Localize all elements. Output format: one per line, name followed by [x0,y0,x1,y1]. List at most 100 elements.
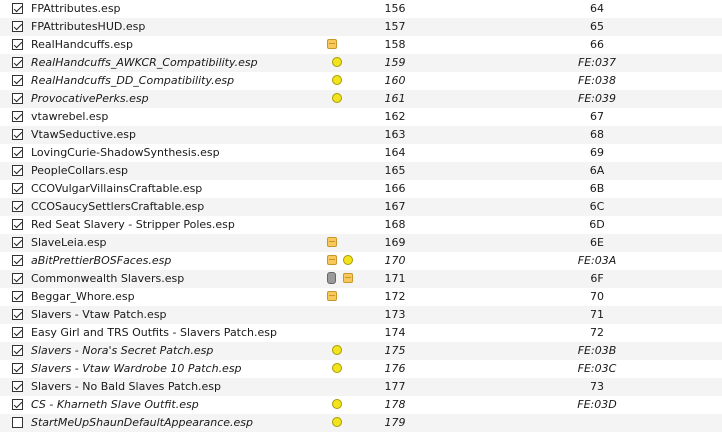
plugin-row[interactable]: ProvocativePerks.esp 161 FE:039 [0,90,722,108]
plugin-mod-index: 64 [590,2,604,15]
plugin-row[interactable]: Red Seat Slavery - Stripper Poles.esp 168… [0,216,722,234]
plugin-priority: 161 [384,92,406,105]
plugin-row[interactable]: CS - Kharneth Slave Outfit.esp 178 FE:03D [0,396,722,414]
plugin-row[interactable]: Slavers - Vtaw Wardrobe 10 Patch.esp 176 F… [0,360,722,378]
plugin-flags [327,344,367,358]
light-plugin-icon [332,57,342,67]
enable-checkbox[interactable] [12,291,23,302]
enable-checkbox[interactable] [12,57,23,68]
plugin-mod-index: FE:039 [578,92,616,105]
plugin-row[interactable]: RealHandcuffs.esp 158 66 [0,36,722,54]
plugin-priority: 172 [384,290,406,303]
plugin-priority: 173 [384,308,406,321]
plugin-flags [327,308,367,322]
plugin-priority: 169 [384,236,406,249]
plugin-priority: 157 [384,20,406,33]
plugin-name: Slavers - Nora's Secret Patch.esp [31,344,214,357]
plugin-row[interactable]: PeopleCollars.esp 165 6A [0,162,722,180]
archive-box-icon [343,273,353,283]
plugin-name: RealHandcuffs.esp [31,38,133,51]
plugin-flags [327,326,367,340]
archive-box-icon [327,291,337,301]
plugin-row[interactable]: aBitPrettierBOSFaces.esp 170 FE:03A [0,252,722,270]
plugin-name: Slavers - No Bald Slaves Patch.esp [31,380,222,393]
plugin-mod-index: FE:038 [578,74,616,87]
enable-checkbox[interactable] [12,273,23,284]
plugin-row[interactable]: Slavers - Vtaw Patch.esp 173 71 [0,306,722,324]
enable-checkbox[interactable] [12,93,23,104]
plugin-row[interactable]: Easy Girl and TRS Outfits - Slavers Patc… [0,324,722,342]
plugin-flags [327,236,367,250]
enable-checkbox[interactable] [12,381,23,392]
plugin-mod-index: FE:03D [577,398,617,411]
plugin-mod-index: 6F [590,272,604,285]
plugin-mod-index: 65 [590,20,604,33]
archive-box-icon [327,39,337,49]
plugin-row[interactable]: Slavers - Nora's Secret Patch.esp 175 FE:0… [0,342,722,360]
plugin-row[interactable]: Commonwealth Slavers.esp 171 6F [0,270,722,288]
plugin-row[interactable]: SlaveLeia.esp 169 6E [0,234,722,252]
plugin-row[interactable]: CCOSaucySettlersCraftable.esp 167 6C [0,198,722,216]
plugin-flags [327,380,367,394]
enable-checkbox[interactable] [12,309,23,320]
enable-checkbox[interactable] [12,3,23,14]
plugin-priority: 179 [384,416,406,429]
archive-box-icon [327,255,337,265]
plugin-priority: 177 [384,380,406,393]
plugin-row[interactable]: RealHandcuffs_AWKCR_Compatibility.esp 159… [0,54,722,72]
plugin-priority: 164 [384,146,406,159]
enable-checkbox[interactable] [12,111,23,122]
plugin-row[interactable]: VtawSeductive.esp 163 68 [0,126,722,144]
plugin-row[interactable]: StartMeUpShaunDefaultAppearance.esp 179 [0,414,722,432]
plugin-name: StartMeUpShaunDefaultAppearance.esp [31,416,254,429]
plugin-priority: 174 [384,326,406,339]
enable-checkbox[interactable] [12,21,23,32]
plugin-mod-index: FE:03B [577,344,617,357]
enable-checkbox[interactable] [12,165,23,176]
enable-checkbox[interactable] [12,147,23,158]
enable-checkbox[interactable] [12,417,23,428]
plugin-flags [327,20,367,34]
plugin-row[interactable]: FPAttributesHUD.esp 157 65 [0,18,722,36]
plugin-row[interactable]: Slavers - No Bald Slaves Patch.esp 177 73 [0,378,722,396]
enable-checkbox[interactable] [12,201,23,212]
enable-checkbox[interactable] [12,255,23,266]
plugin-name: SlaveLeia.esp [31,236,107,249]
plugin-priority: 168 [384,218,406,231]
enable-checkbox[interactable] [12,345,23,356]
plugin-mod-index: 6B [589,182,605,195]
plugin-name: Commonwealth Slavers.esp [31,272,185,285]
plugin-priority: 171 [384,272,406,285]
enable-checkbox[interactable] [12,327,23,338]
plugin-flags [327,74,367,88]
plugin-flags [327,362,367,376]
enable-checkbox[interactable] [12,39,23,50]
plugin-mod-index: FE:03A [577,254,617,267]
enable-checkbox[interactable] [12,183,23,194]
plugin-row[interactable]: FPAttributes.esp 156 64 [0,0,722,18]
plugin-row[interactable]: LovingCurie-ShadowSynthesis.esp 164 69 [0,144,722,162]
plugin-row[interactable]: RealHandcuffs_DD_Compatibility.esp 160 FE:… [0,72,722,90]
plugin-name: FPAttributes.esp [31,2,121,15]
enable-checkbox[interactable] [12,237,23,248]
light-plugin-icon [332,93,342,103]
plugin-priority: 159 [384,56,406,69]
enable-checkbox[interactable] [12,399,23,410]
plugin-mod-index: 72 [590,326,604,339]
plugin-flags [327,416,367,430]
light-plugin-icon [332,363,342,373]
plugin-row[interactable]: CCOVulgarVillainsCraftable.esp 166 6B [0,180,722,198]
enable-checkbox[interactable] [12,363,23,374]
enable-checkbox[interactable] [12,75,23,86]
plugin-row[interactable]: vtawrebel.esp 162 67 [0,108,722,126]
enable-checkbox[interactable] [12,219,23,230]
enable-checkbox[interactable] [12,129,23,140]
plugin-name: Red Seat Slavery - Stripper Poles.esp [31,218,235,231]
plugin-list[interactable]: FPAttributes.esp 156 64 FPAttributesHUD.esp… [0,0,722,440]
plugin-name: RealHandcuffs_DD_Compatibility.esp [31,74,235,87]
plugin-flags [327,92,367,106]
plugin-mod-index: 68 [590,128,604,141]
plugin-flags [327,254,367,268]
plugin-flags [327,110,367,124]
plugin-row[interactable]: Beggar_Whore.esp 172 70 [0,288,722,306]
